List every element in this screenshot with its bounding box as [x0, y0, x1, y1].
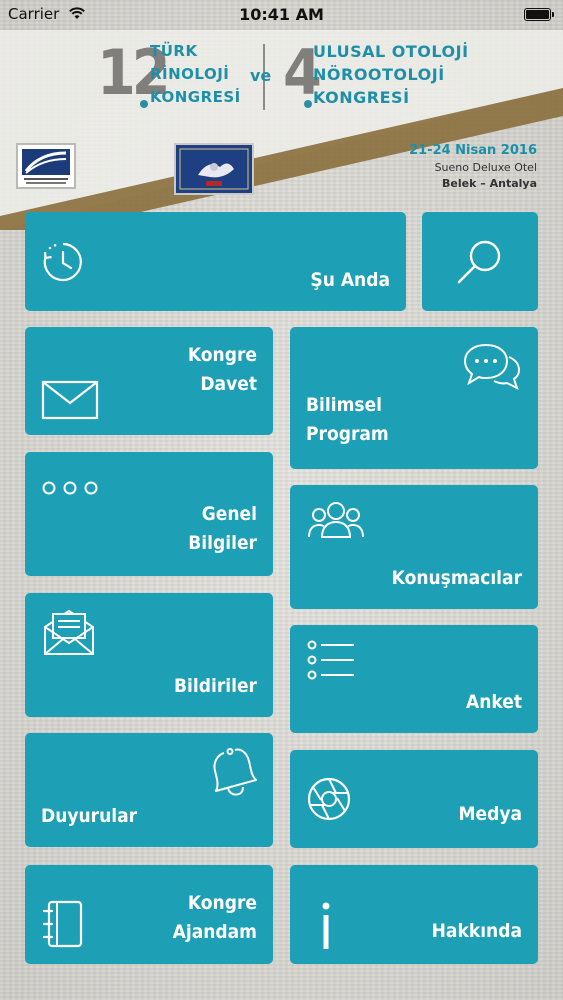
- tile-label: Anket: [465, 691, 522, 713]
- congress-title-left: TÜRK RİNOLOJİ KONGRESİ: [150, 42, 241, 106]
- event-venue: Sueno Deluxe Otel: [434, 161, 537, 174]
- tile-label: Şu Anda: [310, 269, 390, 291]
- notebook-icon: [42, 900, 83, 948]
- list-icon: [307, 640, 354, 680]
- letter-icon: [44, 609, 94, 655]
- status-bar: Carrier 10:41 AM: [0, 0, 563, 30]
- tile-duyurular[interactable]: Duyurular: [25, 733, 273, 847]
- number-dot-left: [140, 100, 148, 108]
- tile-konusmacilar[interactable]: Konuşmacılar: [290, 485, 538, 609]
- bell-icon: [213, 748, 257, 796]
- tile-label: Konuşmacılar: [391, 567, 522, 589]
- event-info: 21-24 Nisan 2016 Sueno Deluxe Otel Belek…: [409, 143, 537, 190]
- connector-label: ve: [250, 66, 272, 85]
- tile-medya[interactable]: Medya: [290, 750, 538, 848]
- status-time: 10:41 AM: [239, 5, 324, 24]
- tile-label: Kongre Ajandam: [172, 892, 257, 943]
- number-dot-right: [304, 100, 312, 108]
- tile-bilimsel-program[interactable]: Bilimsel Program: [290, 327, 538, 469]
- congress-title-right: ULUSAL OTOLOJİ NÖROOTOLOJİ KONGRESİ: [313, 42, 469, 107]
- tile-kongre-davet[interactable]: Kongre Davet: [25, 327, 273, 435]
- envelope-icon: [41, 380, 99, 420]
- event-city: Belek – Antalya: [442, 177, 537, 190]
- chat-bubbles-icon: [463, 343, 521, 390]
- tile-hakkinda[interactable]: Hakkında: [290, 865, 538, 964]
- tile-label: Hakkında: [431, 920, 522, 942]
- dots-icon: [42, 481, 98, 495]
- info-icon: [322, 902, 330, 949]
- tile-genel-bilgiler[interactable]: Genel Bilgiler: [25, 452, 273, 576]
- tile-kongre-ajandam[interactable]: Kongre Ajandam: [25, 865, 273, 964]
- clock-icon: [43, 242, 82, 282]
- tile-label: Medya: [458, 803, 522, 825]
- tile-search[interactable]: [422, 212, 538, 311]
- battery-icon: [524, 8, 554, 21]
- neurotology-society-logo: [174, 143, 254, 195]
- tile-su-anda[interactable]: Şu Anda: [25, 212, 406, 311]
- search-icon: [457, 240, 501, 284]
- people-icon: [308, 502, 364, 538]
- rhinology-society-logo: [16, 143, 76, 189]
- event-date: 21-24 Nisan 2016: [409, 143, 537, 158]
- tile-label: Kongre Davet: [187, 344, 257, 395]
- tile-anket[interactable]: Anket: [290, 625, 538, 733]
- header-background: [0, 30, 563, 230]
- tile-label: Bildiriler: [174, 675, 257, 697]
- aperture-icon: [307, 777, 351, 821]
- congress-header: [0, 30, 563, 230]
- tile-bildiriler[interactable]: Bildiriler: [25, 593, 273, 717]
- tile-label: Bilimsel Program: [306, 394, 389, 445]
- tile-label: Duyurular: [41, 805, 138, 827]
- tile-label: Genel Bilgiler: [188, 503, 257, 554]
